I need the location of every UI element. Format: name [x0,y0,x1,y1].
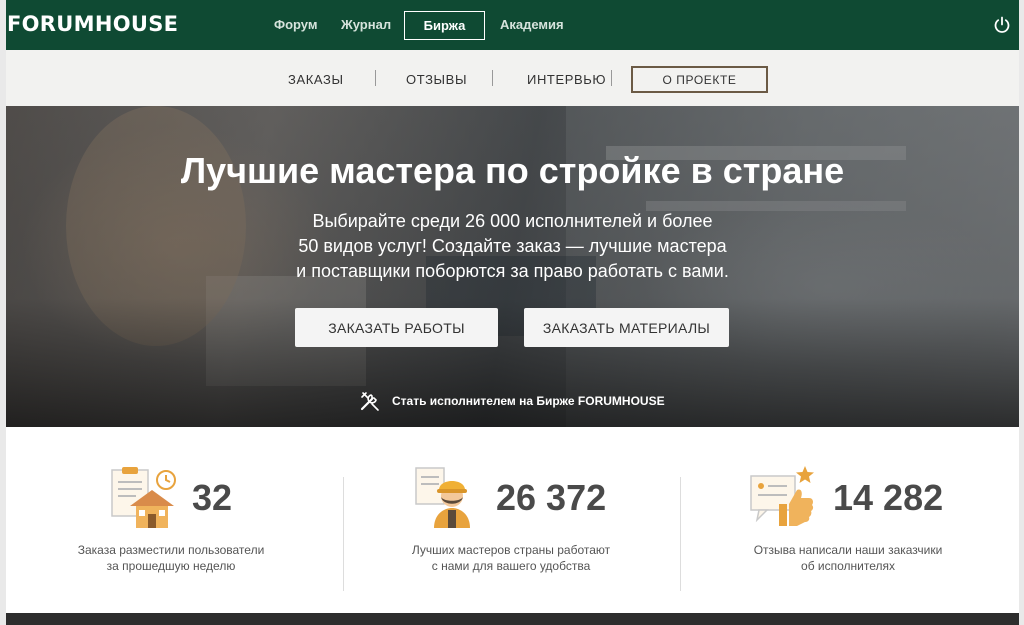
hero-banner: Лучшие мастера по стройке в стране Выбир… [6,106,1019,427]
review-thumbs-up-icon [750,466,814,526]
nav-link-forum[interactable]: Форум [274,17,317,32]
hero-description: Выбирайте среди 26 000 исполнителей и бо… [6,209,1019,284]
subnav-about-project[interactable]: О ПРОЕКТЕ [631,66,768,93]
stat-reviews-description: Отзыва написали наши заказчики об исполн… [683,542,1013,574]
stat-masters-description: Лучших мастеров страны работают с нами д… [346,542,676,574]
stat-reviews: 14 282 Отзыва написали наши заказчики об… [683,428,1013,613]
subnav-reviews[interactable]: ОТЗЫВЫ [406,72,467,87]
order-works-button[interactable]: ЗАКАЗАТЬ РАБОТЫ [295,308,498,347]
forumhouse-logo[interactable]: FORUMHOUSE [7,12,178,36]
order-materials-button[interactable]: ЗАКАЗАТЬ МАТЕРИАЛЫ [524,308,729,347]
stat-description-line: с нами для вашего удобства [431,559,591,573]
stat-description-line: Лучших мастеров страны работают [411,543,611,557]
stat-masters: 26 372 Лучших мастеров страны работают с… [346,428,676,613]
nav-link-academy[interactable]: Академия [500,17,564,32]
stat-description-line: Отзыва написали наши заказчики [753,543,943,557]
sub-navigation: ЗАКАЗЫ ОТЗЫВЫ ИНТЕРВЬЮ О ПРОЕКТЕ [6,50,1019,107]
nav-link-journal[interactable]: Журнал [341,17,391,32]
nav-link-birzha[interactable]: Биржа [404,11,485,40]
tools-icon [360,392,379,411]
footer-bar [6,613,1019,625]
top-navigation: FORUMHOUSE Форум Журнал Биржа Академия [6,0,1019,50]
subnav-divider [375,70,376,86]
stat-description-line: Заказа разместили пользователи [77,543,265,557]
stat-description-line: об исполнителях [801,559,895,573]
hero-description-line: 50 видов услуг! Создайте заказ — лучшие … [298,236,727,256]
stat-masters-number: 26 372 [496,477,607,518]
subnav-orders[interactable]: ЗАКАЗЫ [288,72,344,87]
stat-orders-number: 32 [192,477,233,518]
hero-description-line: Выбирайте среди 26 000 исполнителей и бо… [312,211,713,231]
stats-divider [343,477,344,591]
subnav-divider [611,70,612,86]
hero-description-line: и поставщики поборются за право работать… [296,261,729,281]
stat-orders-description: Заказа разместили пользователи за прошед… [6,542,336,574]
page-frame: FORUMHOUSE Форум Журнал Биржа Академия З… [6,0,1019,625]
subnav-interview[interactable]: ИНТЕРВЬЮ [527,72,606,87]
stats-divider [680,477,681,591]
builder-worker-icon [415,467,470,528]
stat-orders: 32 Заказа разместили пользователи за про… [6,428,336,613]
subnav-divider [492,70,493,86]
stat-description-line: за прошедшую неделю [106,559,236,573]
orders-house-icon [111,467,176,528]
stat-reviews-number: 14 282 [833,477,944,518]
hero-title: Лучшие мастера по стройке в стране [180,150,845,191]
become-contractor-label: Стать исполнителем на Бирже FORUMHOUSE [392,394,665,408]
power-icon[interactable] [993,16,1011,34]
become-contractor-link[interactable]: Стать исполнителем на Бирже FORUMHOUSE [358,389,665,413]
